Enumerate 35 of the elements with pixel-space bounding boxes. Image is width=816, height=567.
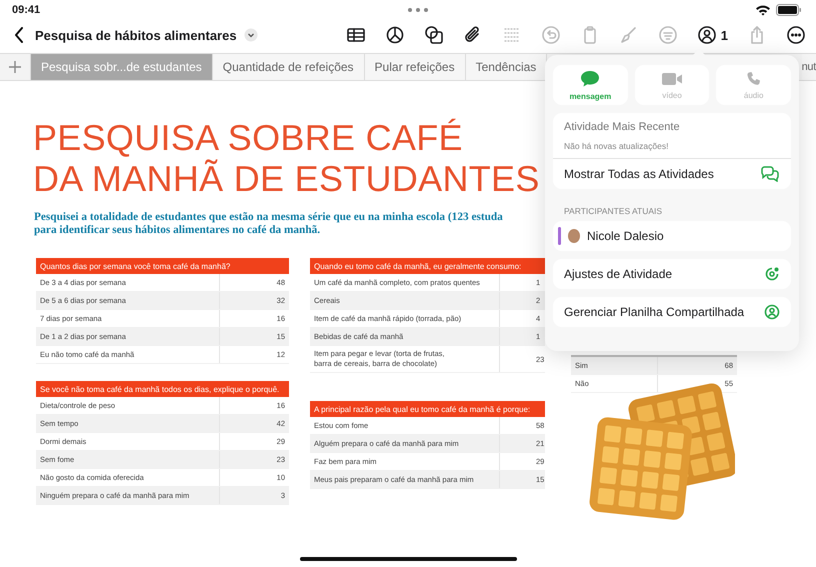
video-camera-icon [661,70,683,86]
more-icon[interactable] [786,25,806,45]
document-title: Pesquisa de hábitos alimentares [35,28,237,42]
table-icon[interactable] [346,25,366,45]
back-chevron-icon [14,27,24,43]
table-header: Quantos dias por semana você toma café da manhã? [36,258,289,274]
activity-settings-button[interactable]: Ajustes de Atividade [553,259,791,289]
avatar-circle [568,229,580,243]
multitasking-dots-icon[interactable] [406,7,429,13]
phone-icon [746,70,762,86]
collaborate-icon [696,25,717,45]
message-button[interactable]: mensagem [553,65,628,105]
table-header: A principal razão pela qual eu tomo café da manhã é porque: [310,401,545,417]
wifi-icon [754,4,771,16]
intro-paragraph: Pesquisei a totalidade de estudantes que estão na mesma série que eu na minha escola (123 estuda para identificar seus hábitos alimentares no café da manhã. [34,211,503,237]
plus-icon [8,60,22,74]
chat-bubbles-icon [760,166,780,182]
table-header: Quando eu tomo café da manhã, eu geralmente consumo: [310,258,545,274]
shapes-icon[interactable] [424,25,444,45]
battery-icon [776,4,802,16]
dropdown-chevron-icon[interactable] [244,28,258,42]
manage-shared-sheet-button[interactable]: Gerenciar Planilha Compartilhada [553,297,791,327]
table-header: Se você não toma café da manhã todos os dias, explique o porquê. [36,381,289,397]
speech-bubble-icon [580,70,600,88]
settings-icon [764,266,780,282]
collaborate-button[interactable]: 1 [696,25,728,45]
pie-chart-icon[interactable] [384,25,405,45]
status-time: 09:41 [12,4,40,16]
participant-row[interactable]: Nicole Dalesio [553,221,791,251]
document-heading-line: PESQUISA SOBRE CAFÉ [33,117,463,158]
section-heading: PARTICIPANTES ATUAIS [564,206,664,216]
person-circle-icon [764,304,780,320]
participant-name: Nicole Dalesio [587,229,664,243]
recent-activity-title: Atividade Mais Recente [563,120,681,133]
document-heading-line: DA MANHÃ DE ESTUDANTES [33,158,540,199]
